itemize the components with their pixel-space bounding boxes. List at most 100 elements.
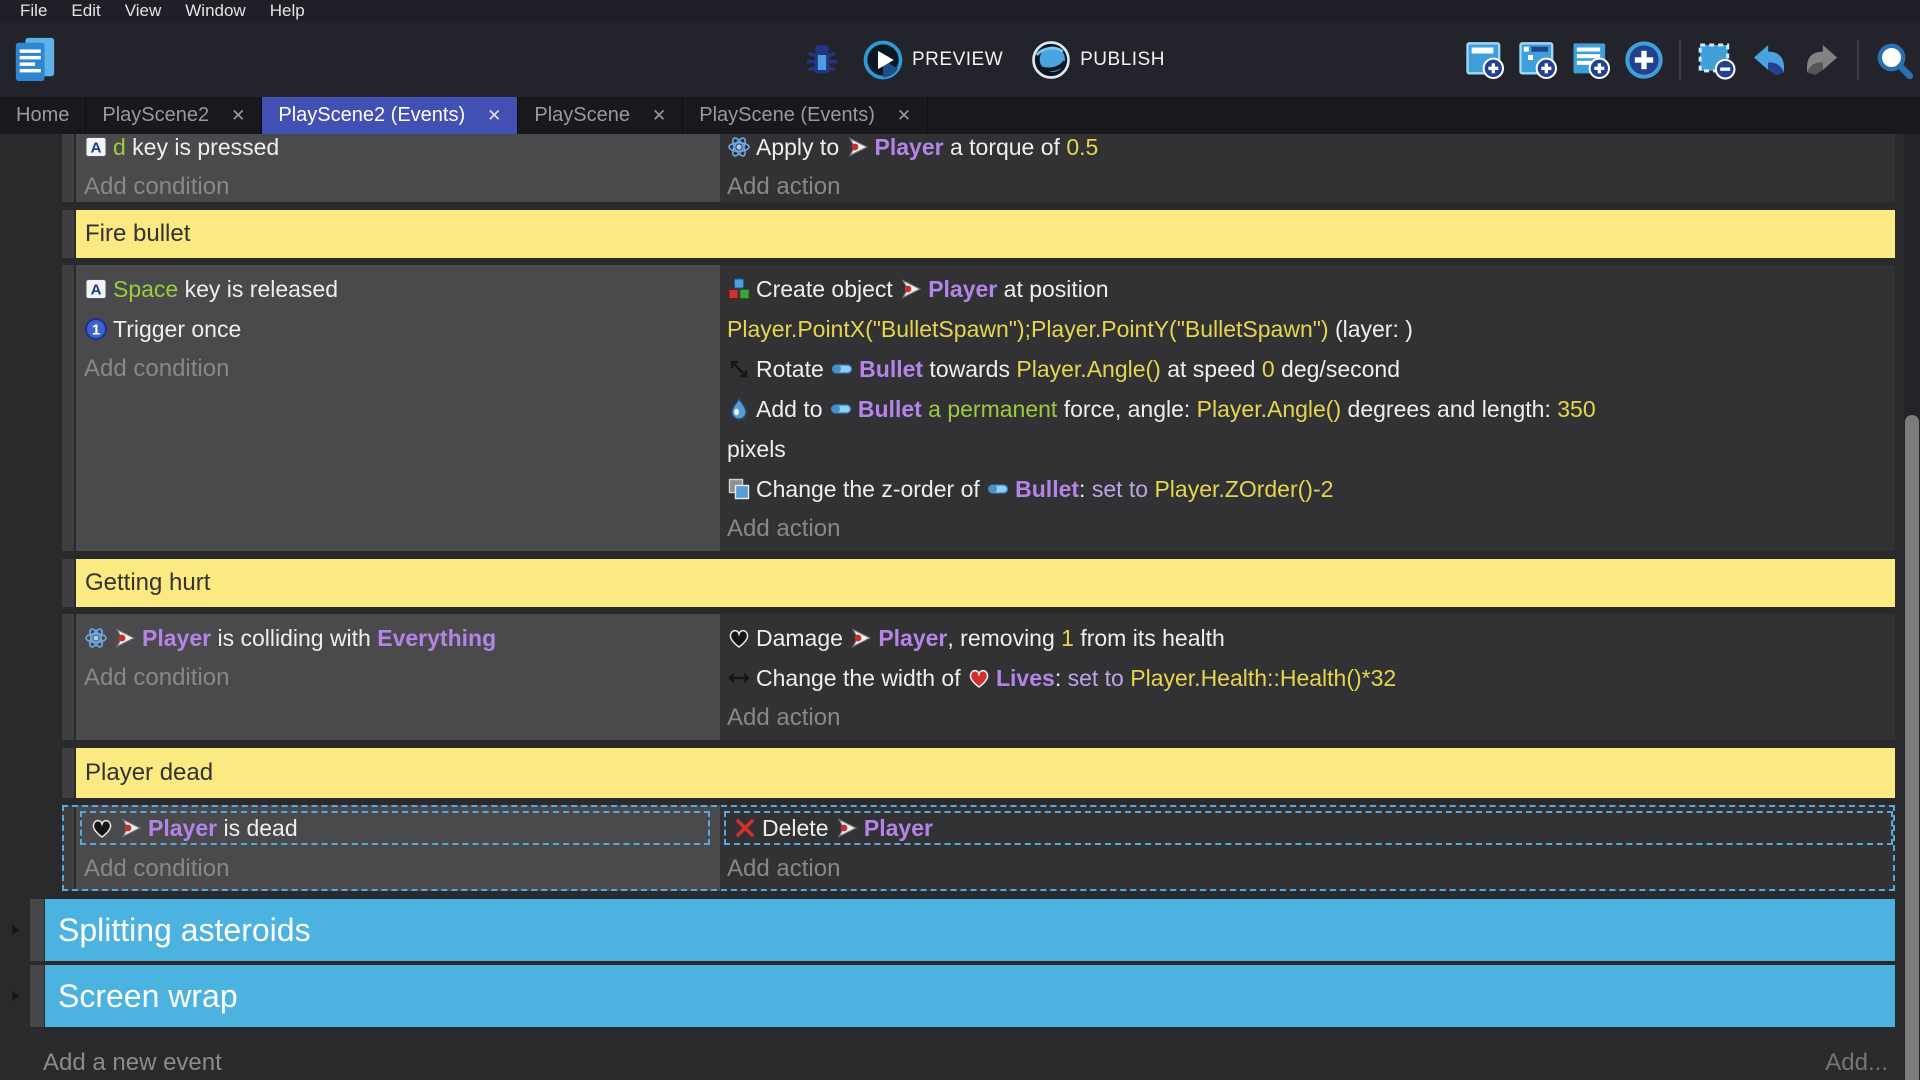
condition-line[interactable]: Player is colliding with Everything [76,618,720,658]
action-line[interactable]: Change the z-order of Bullet: set to Pla… [720,469,1895,509]
group-row[interactable]: Splitting asteroids [0,899,1895,961]
event-row[interactable]: Player is colliding with EverythingAdd c… [62,614,1895,740]
remove-selection-icon[interactable] [1694,38,1738,82]
bullet-icon [830,357,854,381]
scrollbar-thumb[interactable] [1905,415,1919,1080]
comment-row[interactable]: Getting hurt [62,559,1895,607]
text-segment: Add to [756,396,829,423]
add-condition[interactable]: Add condition [76,167,720,202]
text-segment: 0 [1262,356,1275,383]
tab-close-icon[interactable]: ✕ [487,106,501,126]
text-segment: : [1079,476,1092,503]
debugger-icon[interactable] [800,38,844,82]
action-line[interactable]: Delete Player [724,811,1893,845]
comment-body[interactable]: Getting hurt [76,559,1895,607]
add-comment-icon[interactable] [1569,38,1613,82]
gdevelop-logo-icon[interactable] [12,36,58,84]
tab-playscene-events[interactable]: PlayScene (Events)✕ [683,97,928,134]
add-action[interactable]: Add action [720,698,1895,738]
group-collapse-arrow-icon[interactable] [0,899,30,961]
conditions-column[interactable]: Player is dead Add condition [76,805,720,891]
add-condition[interactable]: Add condition [76,349,720,389]
tab-playscene2[interactable]: PlayScene2✕ [86,97,262,134]
preview-play-icon [863,40,903,80]
menu-file[interactable]: File [8,0,59,22]
action-line[interactable]: Change the width of Lives: set to Player… [720,658,1895,698]
undo-icon[interactable] [1747,38,1791,82]
add-condition-label: Add condition [84,173,229,201]
group-title: Screen wrap [58,978,238,1015]
add-new-icon[interactable] [1622,38,1666,82]
delete-icon [733,816,757,840]
menu-help[interactable]: Help [258,0,317,22]
add-event-icon[interactable] [1463,38,1507,82]
action-line[interactable]: pixels [720,429,1895,469]
group-header[interactable]: Screen wrap [45,965,1895,1027]
actions-column[interactable]: Delete Player Add action [720,805,1895,891]
preview-button[interactable]: PREVIEW [854,40,1012,80]
actions-column[interactable]: Apply to Player a torque of 0.5Add actio… [720,134,1895,202]
action-line[interactable]: Add to Bullet a permanent force, angle: … [720,389,1895,429]
publish-button[interactable]: PUBLISH [1022,40,1174,80]
menu-view[interactable]: View [113,0,174,22]
comment-body[interactable]: Fire bullet [76,210,1895,258]
condition-line[interactable]: Player is dead [80,811,710,845]
action-line[interactable]: Player.PointX("BulletSpawn");Player.Poin… [720,309,1895,349]
comment-row[interactable]: Fire bullet [62,210,1895,258]
event-row[interactable]: ASpace key is released1Trigger onceAdd c… [62,265,1895,551]
menu-edit[interactable]: Edit [59,0,112,22]
actions-column[interactable]: Damage Player, removing 1 from its healt… [720,614,1895,740]
comment-body[interactable]: Player dead [76,748,1895,798]
tab-playscene[interactable]: PlayScene✕ [518,97,683,134]
vertical-scrollbar[interactable] [1904,134,1920,1080]
text-segment: d [113,134,126,161]
width-icon [727,666,751,690]
search-icon[interactable] [1872,38,1916,82]
add-action-label: Add action [727,704,840,732]
publish-label: PUBLISH [1080,49,1165,71]
tab-playscene2-events[interactable]: PlayScene2 (Events)✕ [262,97,518,134]
add-action[interactable]: Add action [720,849,1895,889]
event-row[interactable]: Ad key is pressed Add condition Apply to P… [62,134,1895,202]
redo-icon[interactable] [1800,38,1844,82]
player-icon [113,626,137,650]
condition-line[interactable]: 1Trigger once [76,309,720,349]
condition-line[interactable]: ASpace key is released [76,269,720,309]
add-condition[interactable]: Add condition [76,658,720,698]
text-segment: is dead [217,815,298,842]
add-new-event-button[interactable]: Add a new event [43,1049,1825,1077]
text-segment: Damage [756,625,849,652]
add-condition[interactable]: Add condition [76,849,720,889]
tab-close-icon[interactable]: ✕ [897,106,911,126]
condition-line[interactable]: Ad key is pressed [76,134,720,167]
event-row[interactable]: Player is dead Add conditionDelete Player… [62,805,1895,891]
text-segment: at speed [1161,356,1262,383]
trigger-once-icon: 1 [84,317,108,341]
text-segment: Player [148,815,217,842]
group-row[interactable]: Screen wrap [0,965,1895,1027]
conditions-column[interactable]: ASpace key is released1Trigger onceAdd c… [76,265,720,551]
conditions-column[interactable]: Player is colliding with EverythingAdd c… [76,614,720,740]
action-line[interactable]: Create object Player at position [720,269,1895,309]
group-collapse-arrow-icon[interactable] [0,965,30,1027]
add-action[interactable]: Add action [720,509,1895,549]
menu-window[interactable]: Window [173,0,257,22]
action-line[interactable]: Damage Player, removing 1 from its healt… [720,618,1895,658]
tab-close-icon[interactable]: ✕ [231,106,245,126]
comment-row[interactable]: Player dead [62,748,1895,798]
add-action[interactable]: Add action [720,167,1895,202]
tab-close-icon[interactable]: ✕ [652,106,666,126]
add-more-button[interactable]: Add... [1825,1049,1888,1077]
text-segment: : [1055,665,1068,692]
action-line[interactable]: Apply to Player a torque of 0.5 [720,134,1895,167]
heart-icon [90,816,114,840]
group-header[interactable]: Splitting asteroids [45,899,1895,961]
add-subevent-icon[interactable] [1516,38,1560,82]
conditions-column[interactable]: Ad key is pressed Add condition [76,134,720,202]
text-segment: Apply to [756,134,846,161]
text-segment: force, angle: [1057,396,1196,423]
tab-label: Home [16,104,69,127]
actions-column[interactable]: Create object Player at positionPlayer.P… [720,265,1895,551]
action-line[interactable]: Rotate Bullet towards Player.Angle() at … [720,349,1895,389]
tab-home[interactable]: Home [0,97,86,134]
